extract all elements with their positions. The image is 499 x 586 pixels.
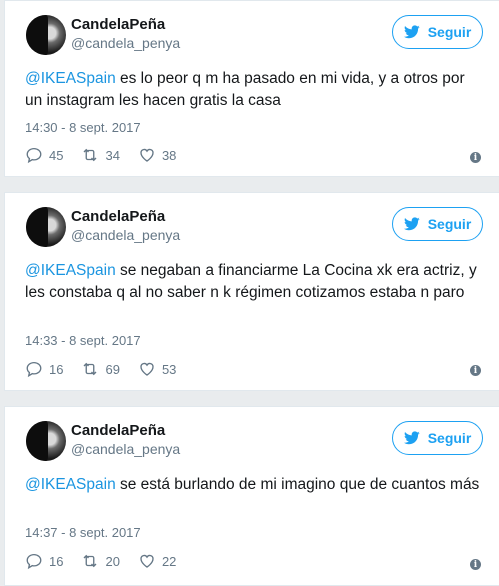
tweet-card: CandelaPeña @candela_penya Seguir @IKEAS… bbox=[4, 0, 499, 177]
like-button[interactable]: 22 bbox=[138, 552, 176, 570]
author-handle[interactable]: @candela_penya bbox=[71, 441, 180, 457]
retweet-icon bbox=[83, 554, 97, 568]
reply-icon bbox=[26, 361, 42, 378]
tweet-actions: 45 34 38 bbox=[25, 145, 194, 165]
timestamp[interactable]: 14:37 - 8 sept. 2017 bbox=[25, 525, 141, 540]
reply-count: 45 bbox=[49, 147, 64, 163]
mention-link[interactable]: @IKEASpain bbox=[25, 70, 116, 87]
reply-count: 16 bbox=[49, 553, 64, 569]
reply-button[interactable]: 16 bbox=[25, 360, 63, 378]
like-heart-icon bbox=[140, 148, 154, 162]
info-icon[interactable]: i bbox=[470, 152, 481, 163]
retweet-button[interactable]: 34 bbox=[81, 146, 120, 164]
like-count: 22 bbox=[161, 553, 177, 569]
reply-count: 16 bbox=[49, 361, 64, 377]
tweet-card: CandelaPeña @candela_penya Seguir @IKEAS… bbox=[4, 406, 499, 586]
tweet-text: @IKEASpain se negaban a financiarme La C… bbox=[25, 260, 483, 304]
tweet-actions: 16 69 53 bbox=[25, 359, 194, 379]
follow-label: Seguir bbox=[427, 430, 472, 446]
reply-icon bbox=[26, 553, 42, 570]
mention-link[interactable]: @IKEASpain bbox=[25, 476, 116, 493]
avatar[interactable] bbox=[26, 421, 66, 461]
timestamp[interactable]: 14:30 - 8 sept. 2017 bbox=[25, 120, 141, 135]
tweet-text: @IKEASpain es lo peor q m ha pasado en m… bbox=[25, 68, 483, 112]
avatar[interactable] bbox=[26, 15, 66, 55]
tweet-body: se está burlando de mi imagino que de cu… bbox=[115, 476, 480, 493]
like-count: 38 bbox=[161, 147, 177, 163]
reply-icon bbox=[26, 147, 42, 164]
follow-button[interactable]: Seguir bbox=[392, 207, 483, 241]
like-count: 53 bbox=[161, 361, 177, 377]
twitter-bird-icon bbox=[403, 431, 420, 445]
author-name[interactable]: CandelaPeña bbox=[71, 16, 165, 33]
reply-button[interactable]: 16 bbox=[25, 552, 63, 570]
follow-button[interactable]: Seguir bbox=[392, 421, 483, 455]
info-icon[interactable]: i bbox=[470, 559, 481, 570]
retweet-icon bbox=[83, 148, 97, 162]
twitter-bird-icon bbox=[403, 25, 420, 39]
follow-button[interactable]: Seguir bbox=[392, 15, 483, 49]
author-handle[interactable]: @candela_penya bbox=[71, 227, 180, 243]
follow-label: Seguir bbox=[427, 24, 472, 40]
author-name[interactable]: CandelaPeña bbox=[71, 208, 165, 225]
tweet-card: CandelaPeña @candela_penya Seguir @IKEAS… bbox=[4, 192, 499, 391]
info-icon[interactable]: i bbox=[470, 365, 481, 376]
follow-label: Seguir bbox=[427, 216, 472, 232]
tweet-actions: 16 20 22 bbox=[25, 551, 194, 571]
retweet-count: 34 bbox=[105, 147, 120, 163]
author-handle[interactable]: @candela_penya bbox=[71, 35, 180, 51]
like-heart-icon bbox=[140, 554, 154, 568]
avatar[interactable] bbox=[26, 207, 66, 247]
author-name[interactable]: CandelaPeña bbox=[71, 422, 165, 439]
retweet-count: 69 bbox=[105, 361, 120, 377]
reply-button[interactable]: 45 bbox=[25, 146, 63, 164]
twitter-bird-icon bbox=[403, 217, 420, 231]
tweet-text: @IKEASpain se está burlando de mi imagin… bbox=[25, 474, 483, 496]
retweet-button[interactable]: 20 bbox=[81, 552, 120, 570]
like-heart-icon bbox=[140, 362, 154, 376]
retweet-count: 20 bbox=[105, 553, 120, 569]
like-button[interactable]: 53 bbox=[138, 360, 176, 378]
timestamp[interactable]: 14:33 - 8 sept. 2017 bbox=[25, 333, 141, 348]
mention-link[interactable]: @IKEASpain bbox=[25, 262, 116, 279]
retweet-button[interactable]: 69 bbox=[81, 360, 120, 378]
retweet-icon bbox=[83, 362, 97, 376]
like-button[interactable]: 38 bbox=[138, 146, 176, 164]
